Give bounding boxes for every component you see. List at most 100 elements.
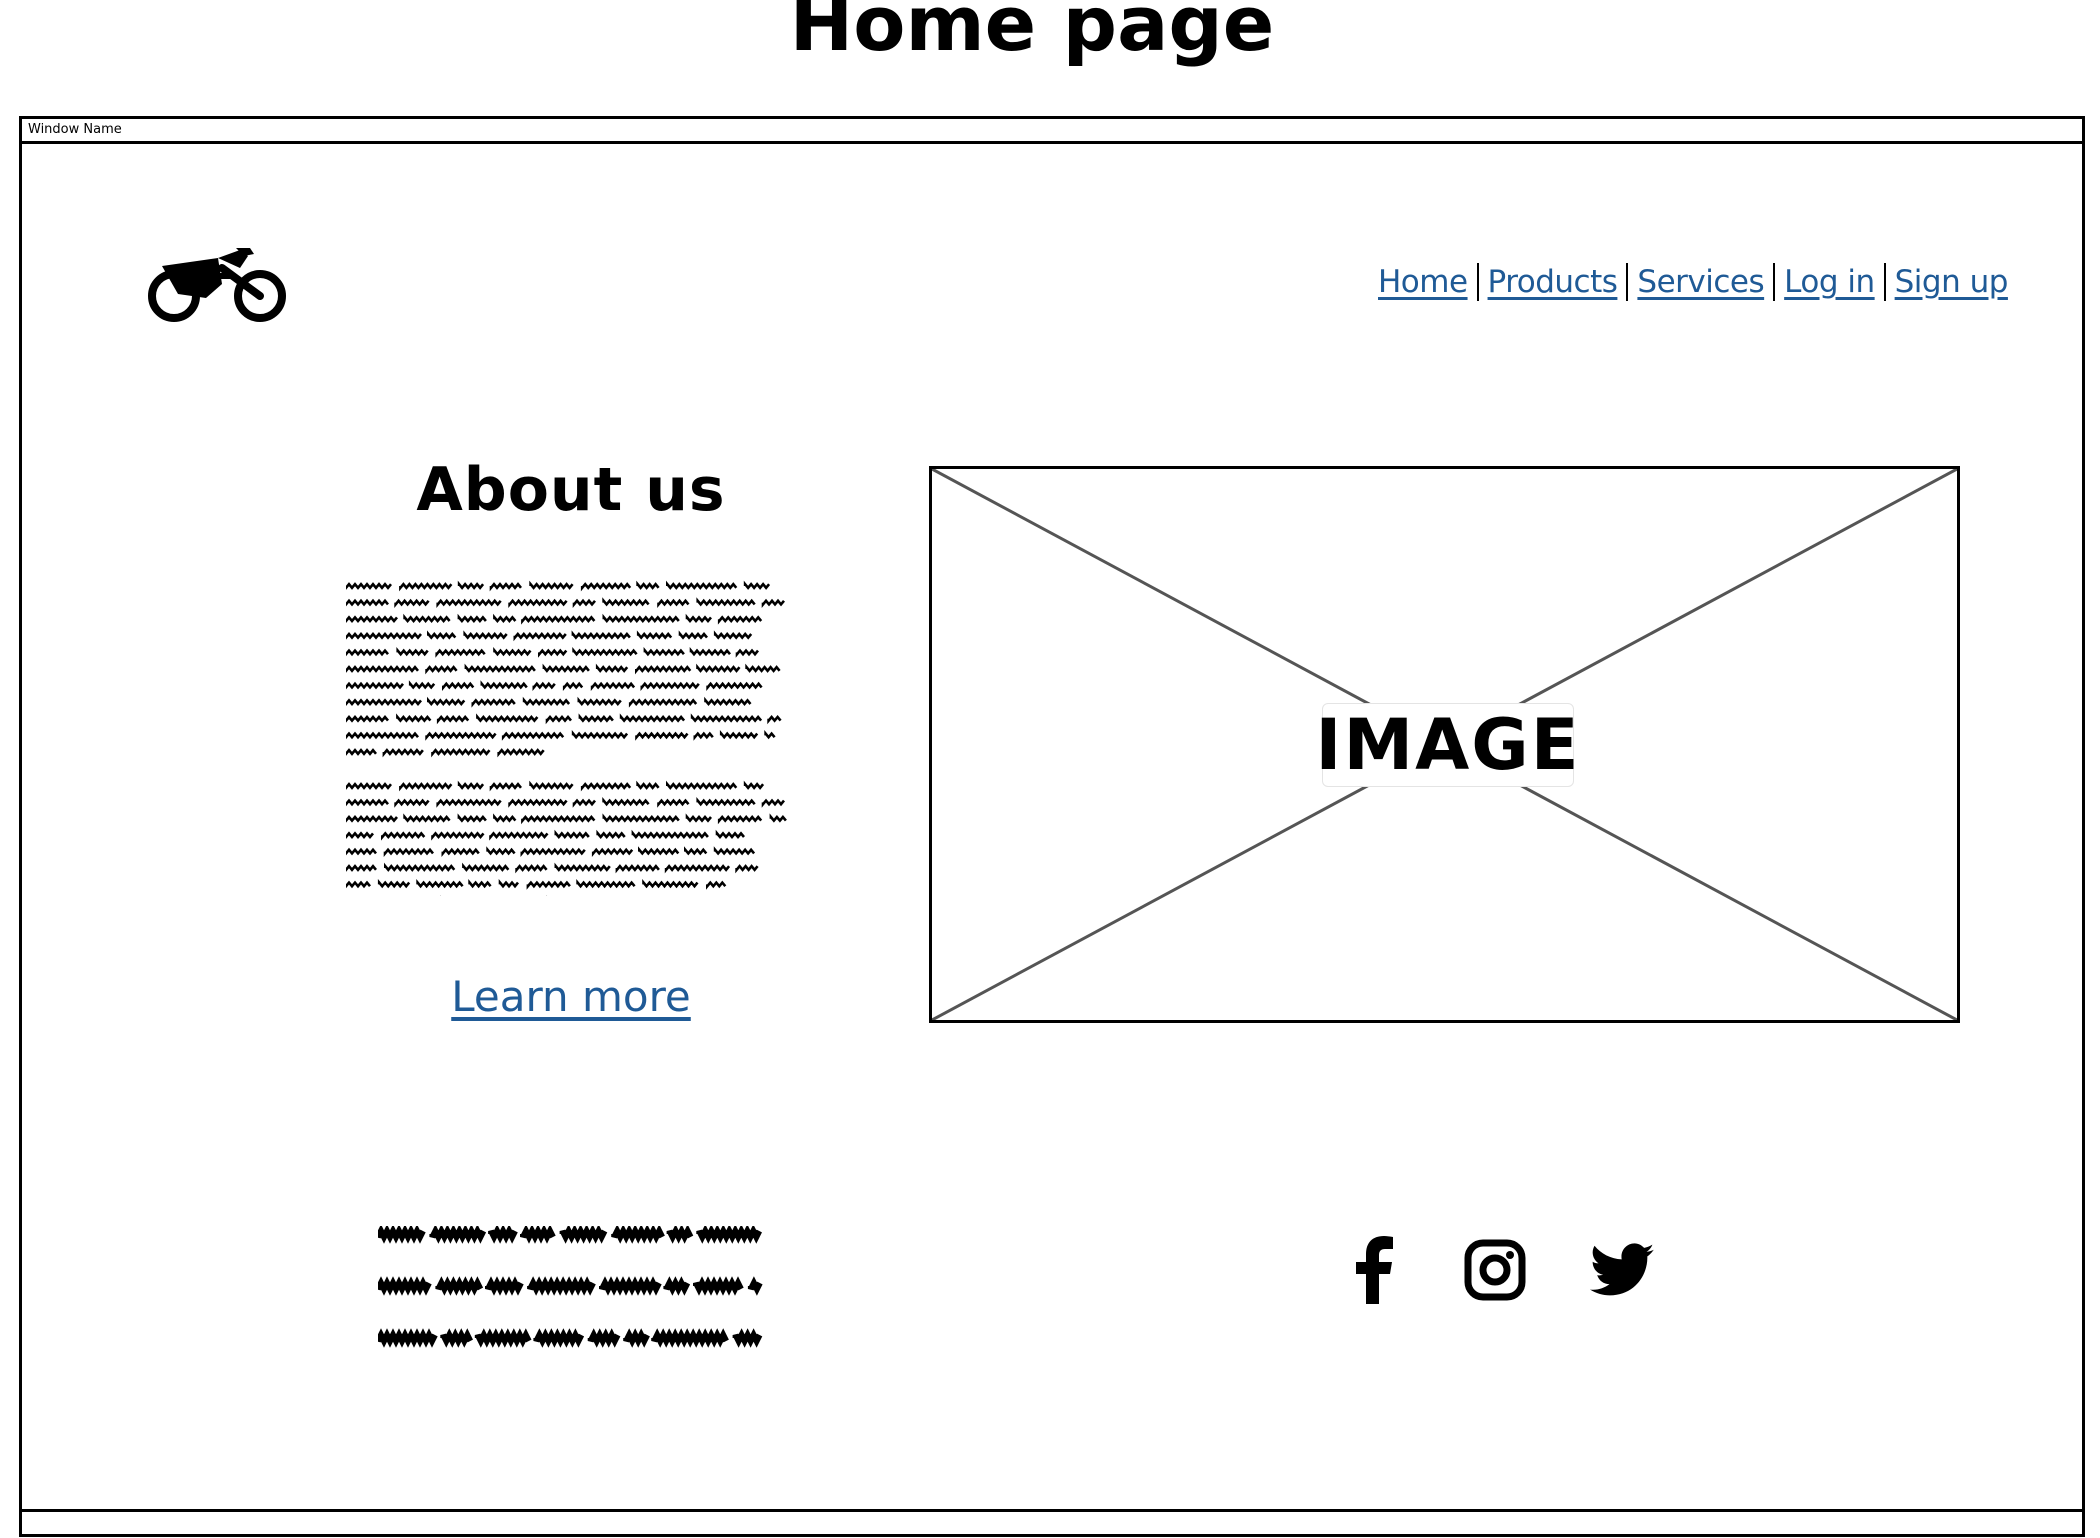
placeholder-text-word [493,813,517,823]
about-heading: About us [416,455,726,525]
placeholder-text-word [346,782,392,790]
placeholder-text-word [554,862,611,872]
placeholder-text-word [399,582,453,592]
placeholder-text-word [346,880,371,889]
placeholder-text-word [521,814,596,825]
placeholder-text-word [515,864,548,874]
placeholder-text-word [431,748,491,758]
placeholder-text-word [529,780,574,790]
placeholder-text-word [576,879,636,889]
placeholder-text-word [562,681,584,691]
placeholder-text-word [346,631,422,640]
placeholder-text-word [717,615,763,625]
about-paragraph-1 [346,580,785,758]
placeholder-text-word [457,613,487,624]
nav-link-home[interactable]: Home [1378,264,1468,300]
placeholder-text-word [521,615,596,625]
image-placeholder: IMAGE [929,466,1960,1023]
placeholder-text-word [636,580,660,590]
nav-link-log-in[interactable]: Log in [1784,264,1875,300]
placeholder-text-word [403,813,451,823]
placeholder-text-word [520,1226,556,1244]
placeholder-text-word [595,663,629,673]
placeholder-text-word [715,829,745,840]
placeholder-text-word [498,879,519,889]
placeholder-text-word [747,1276,763,1296]
placeholder-text-word [427,630,457,640]
nav-link-sign-up[interactable]: Sign up [1895,264,2009,300]
placeholder-text-word [522,696,571,707]
placeholder-text-word [471,698,516,708]
instagram-icon[interactable] [1464,1234,1526,1306]
placeholder-text-word [572,798,596,808]
placeholder-text-word [476,713,539,723]
placeholder-text-word [462,862,510,872]
placeholder-text-word [611,1226,665,1244]
nav-link-products[interactable]: Products [1488,264,1618,300]
placeholder-text-word [577,696,622,707]
learn-more-link[interactable]: Learn more [398,972,744,1021]
placeholder-text-word [403,613,451,624]
placeholder-text-word [384,862,456,872]
placeholder-text-word [642,879,699,889]
twitter-icon[interactable] [1590,1234,1654,1306]
placeholder-text-word [732,1328,763,1348]
placeholder-text-word [713,846,756,856]
placeholder-text-word [464,663,536,673]
placeholder-text-word [346,665,419,673]
placeholder-text-word [441,847,480,857]
placeholder-text-word [526,880,571,890]
placeholder-text-word [416,879,464,889]
nav-separator [1883,263,1886,301]
placeholder-text-word [520,847,586,857]
motorcycle-icon[interactable] [148,244,288,326]
placeholder-text-word [719,730,759,740]
placeholder-text-word [545,714,572,725]
placeholder-text-word [486,846,516,856]
placeholder-text-word [591,847,634,857]
placeholder-text-word [399,782,453,792]
placeholder-text-word [735,648,759,658]
placeholder-text-word [590,681,636,691]
placeholder-text-word [578,713,614,723]
placeholder-text-word [394,798,430,808]
placeholder-text-word [666,580,738,590]
placeholder-text-word [457,813,487,823]
placeholder-text-word [508,598,568,608]
placeholder-text-word [685,613,712,624]
placeholder-text-word [533,1328,585,1348]
placeholder-text-word [489,782,522,792]
placeholder-text-word [488,1226,518,1244]
placeholder-text-word [532,681,556,691]
placeholder-text-word [489,582,522,592]
placeholder-text-word [346,798,389,807]
placeholder-text-word [346,582,392,590]
placeholder-text-word [713,630,753,640]
placeholder-text-word [346,714,389,723]
placeholder-text-word [745,663,781,673]
placeholder-text-word [580,582,632,592]
footer-text-lines [378,1226,763,1348]
placeholder-text-word [457,580,485,590]
nav-link-services[interactable]: Services [1637,264,1764,300]
placeholder-text-word [684,846,708,856]
placeholder-text-word [425,665,458,675]
placeholder-text-word [346,814,398,823]
placeholder-text-word [346,864,377,872]
placeholder-text-word [666,780,738,790]
facebook-icon[interactable] [1354,1234,1400,1306]
placeholder-text-word [429,1226,487,1244]
placeholder-text-word [346,598,389,607]
placeholder-text-word [554,829,590,840]
placeholder-text-word [346,615,398,624]
page-title: Home page [789,0,1275,68]
placeholder-text-word [657,598,690,608]
placeholder-text-word [761,598,785,608]
window-title-bar: Window Name [22,119,2082,144]
placeholder-text-word [513,631,567,642]
placeholder-text-word [596,829,626,840]
placeholder-text-word [689,647,731,657]
placeholder-text-word [493,647,532,657]
placeholder-text-word [706,880,727,890]
placeholder-text-word [571,630,631,640]
